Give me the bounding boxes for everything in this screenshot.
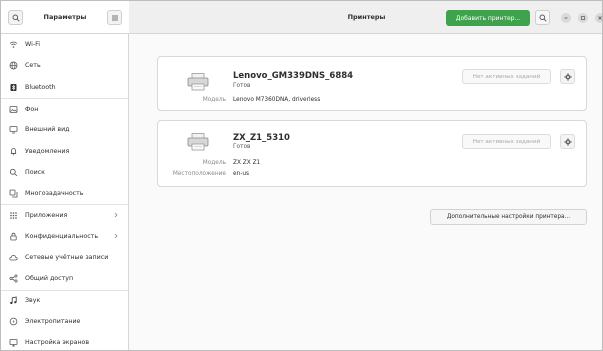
no-active-jobs-button[interactable]: Нет активных заданий — [462, 134, 551, 149]
sidebar-item-label: Звук — [25, 297, 41, 305]
gear-icon — [563, 137, 572, 146]
hamburger-icon — [111, 15, 118, 20]
sidebar-item-online-accounts[interactable]: Сетевые учётные записи — [1, 247, 129, 268]
sidebar-item-label: Сеть — [25, 62, 41, 70]
printer-settings-button[interactable] — [560, 134, 575, 149]
bluetooth-icon — [9, 83, 18, 92]
sidebar-item-sound[interactable]: Звук — [1, 289, 129, 311]
background-icon — [9, 105, 18, 114]
sidebar-item-label: Уведомления — [25, 147, 70, 155]
sidebar-item-displays[interactable]: Настройка экранов — [1, 332, 129, 350]
page-title: Принтеры — [347, 13, 386, 21]
printers-content: Lenovo_GM339DNS_6884 Готов Модель Lenovo… — [129, 34, 602, 350]
sidebar-item-label: Bluetooth — [25, 83, 56, 91]
model-label: Модель — [202, 97, 226, 103]
sidebar-item-label: Фон — [25, 105, 39, 113]
search-icon — [539, 14, 547, 22]
close-icon — [598, 16, 602, 20]
location-value: en-us — [233, 171, 250, 177]
sidebar-item-background[interactable]: Фон — [1, 97, 129, 119]
printer-status: Готов — [233, 144, 251, 150]
sidebar-item-bluetooth[interactable]: Bluetooth — [1, 77, 129, 98]
sidebar-item-apps[interactable]: Приложения — [1, 204, 129, 225]
display-icon — [9, 338, 18, 347]
search-button[interactable] — [535, 10, 550, 25]
sidebar-item-label: Настройка экранов — [25, 339, 90, 347]
sidebar: Параметры Wi-Fi Сеть Bluetooth Фон Внешн… — [1, 1, 129, 350]
appearance-icon — [9, 125, 18, 134]
sidebar-item-label: Приложения — [25, 212, 68, 220]
sidebar-item-power[interactable]: Электропитание — [1, 311, 129, 332]
sidebar-item-multitasking[interactable]: Многозадачность — [1, 183, 129, 204]
sidebar-item-notifications[interactable]: Уведомления — [1, 140, 129, 161]
printer-name: Lenovo_GM339DNS_6884 — [233, 71, 354, 81]
close-button[interactable] — [595, 13, 602, 23]
printer-settings-button[interactable] — [560, 69, 575, 84]
multitasking-icon — [9, 189, 18, 198]
sidebar-item-label: Электропитание — [25, 318, 81, 325]
sidebar-item-label: Общий доступ — [25, 275, 74, 283]
printer-card: Lenovo_GM339DNS_6884 Готов Модель Lenovo… — [157, 56, 587, 111]
sidebar-item-search[interactable]: Поиск — [1, 162, 129, 183]
model-label: Модель — [202, 160, 226, 166]
gear-icon — [563, 72, 572, 81]
network-icon — [9, 61, 18, 70]
minimize-icon — [564, 17, 568, 19]
power-icon — [9, 317, 18, 326]
chevron-right-icon — [114, 233, 118, 238]
sidebar-item-label: Многозадачность — [25, 190, 84, 198]
sidebar-header: Параметры — [1, 1, 129, 34]
sidebar-list: Wi-Fi Сеть Bluetooth Фон Внешний вид Уве… — [1, 34, 129, 350]
printer-name: ZX_Z1_5310 — [233, 133, 290, 143]
sidebar-item-label: Сетевые учётные записи — [25, 254, 109, 262]
printer-icon — [187, 133, 209, 151]
sidebar-item-network[interactable]: Сеть — [1, 55, 129, 76]
printer-card: ZX_Z1_5310 Готов Модель ZX ZX Z1 Местопо… — [157, 120, 587, 187]
maximize-button[interactable] — [578, 13, 588, 23]
music-note-icon — [9, 296, 18, 305]
lock-icon — [9, 232, 18, 241]
advanced-printer-settings-button[interactable]: Дополнительные настройки принтера... — [430, 209, 587, 225]
maximize-icon — [581, 16, 585, 20]
model-value: ZX ZX Z1 — [233, 160, 261, 166]
header-bar: Принтеры Добавить принтер... — [129, 1, 602, 34]
sidebar-item-label: Конфиденциальность — [25, 232, 99, 240]
minimize-button[interactable] — [561, 13, 571, 23]
settings-window: Параметры Wi-Fi Сеть Bluetooth Фон Внешн… — [0, 0, 603, 351]
sidebar-item-sharing[interactable]: Общий доступ — [1, 268, 129, 289]
apps-icon — [9, 211, 18, 220]
add-printer-button[interactable]: Добавить принтер... — [446, 10, 530, 26]
model-value: Lenovo M7360DNA, driverless — [233, 97, 321, 103]
sidebar-item-appearance[interactable]: Внешний вид — [1, 119, 129, 140]
cloud-icon — [9, 253, 18, 262]
menu-button[interactable] — [107, 10, 122, 25]
chevron-right-icon — [114, 213, 118, 218]
sidebar-item-wifi[interactable]: Wi-Fi — [1, 34, 129, 55]
sidebar-item-label: Поиск — [25, 168, 45, 176]
share-icon — [9, 274, 18, 283]
printer-status: Готов — [233, 83, 251, 89]
sidebar-item-label: Wi-Fi — [25, 41, 41, 49]
sidebar-item-privacy[interactable]: Конфиденциальность — [1, 226, 129, 247]
wifi-icon — [9, 40, 18, 49]
printer-icon — [187, 73, 209, 91]
bell-icon — [9, 147, 18, 156]
location-label: Местоположение — [172, 171, 226, 177]
sidebar-item-label: Внешний вид — [25, 126, 70, 134]
no-active-jobs-button[interactable]: Нет активных заданий — [462, 69, 551, 84]
search-icon — [9, 168, 18, 177]
